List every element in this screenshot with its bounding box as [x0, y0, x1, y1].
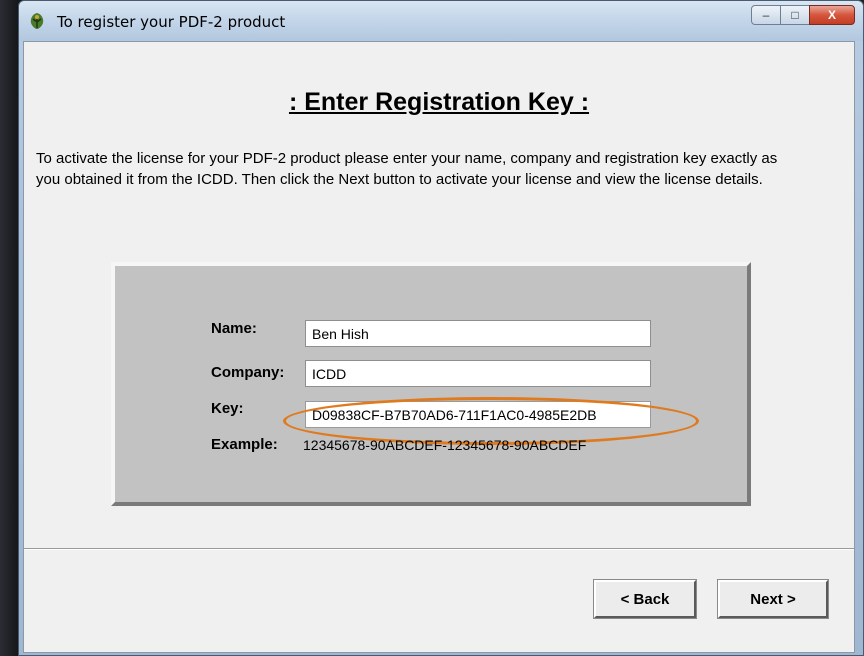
app-icon: [27, 11, 47, 31]
company-label: Company:: [211, 364, 285, 381]
example-label: Example:: [211, 436, 278, 453]
window-title: To register your PDF-2 product: [57, 13, 286, 31]
name-label: Name:: [211, 320, 257, 337]
next-button[interactable]: Next >: [717, 579, 829, 619]
page-title: : Enter Registration Key :: [288, 88, 590, 116]
window-controls: – □ X: [751, 5, 855, 25]
instructions-text: To activate the license for your PDF-2 p…: [36, 150, 778, 188]
back-button[interactable]: < Back: [593, 579, 697, 619]
minimize-button[interactable]: –: [751, 5, 781, 25]
key-label: Key:: [211, 400, 244, 417]
close-button[interactable]: X: [809, 5, 855, 25]
example-key-text: 12345678-90ABCDEF-12345678-90ABCDEF: [303, 437, 587, 453]
registration-form-panel: Name: Ben Hish Company: ICDD Key: D09838…: [111, 262, 751, 506]
name-field[interactable]: Ben Hish: [305, 320, 651, 347]
company-field[interactable]: ICDD: [305, 360, 651, 387]
maximize-button[interactable]: □: [780, 5, 810, 25]
registration-dialog: To register your PDF-2 product – □ X : E…: [18, 0, 864, 656]
dialog-client-area: : Enter Registration Key : To activate t…: [23, 41, 855, 653]
footer-divider: [24, 548, 854, 550]
title-bar[interactable]: To register your PDF-2 product – □ X: [19, 1, 863, 41]
